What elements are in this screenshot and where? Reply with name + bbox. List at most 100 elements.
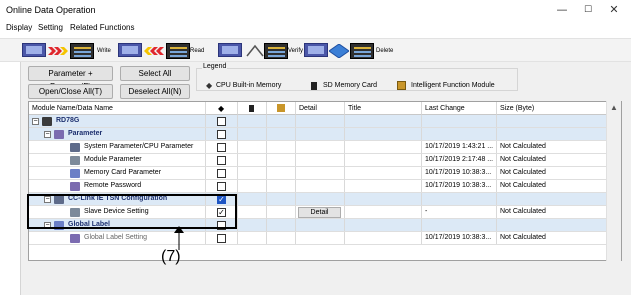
row-intelligent-cell bbox=[267, 219, 296, 231]
row-title-cell bbox=[345, 154, 422, 166]
row-sd-cell bbox=[238, 232, 267, 244]
row-cpu-cell bbox=[206, 154, 238, 166]
collapse-toggle-icon[interactable]: − bbox=[32, 118, 39, 125]
row-size-cell bbox=[497, 193, 607, 205]
row-sd-cell bbox=[238, 115, 267, 127]
menu-setting[interactable]: Setting bbox=[38, 23, 63, 32]
row-detail-cell bbox=[296, 167, 345, 179]
row-last-change-cell bbox=[422, 115, 497, 127]
legend-title: Legend bbox=[202, 63, 228, 70]
menu-display[interactable]: Display bbox=[6, 23, 32, 32]
data-item-icon bbox=[70, 156, 80, 165]
row-name-cell: − Parameter bbox=[29, 128, 206, 140]
row-cpu-cell bbox=[206, 115, 238, 127]
column-header-title[interactable]: Title bbox=[345, 102, 422, 115]
row-cpu-cell bbox=[206, 141, 238, 153]
plc-icon bbox=[350, 43, 374, 59]
column-header-size[interactable]: Size (Byte) bbox=[497, 102, 607, 115]
row-intelligent-cell bbox=[267, 180, 296, 192]
window-title: Online Data Operation bbox=[6, 5, 96, 15]
verify-label: Verify bbox=[288, 48, 304, 54]
row-checkbox[interactable] bbox=[217, 143, 226, 152]
row-sd-cell bbox=[238, 167, 267, 179]
read-button[interactable]: Read bbox=[118, 43, 208, 61]
column-header-detail[interactable]: Detail bbox=[296, 102, 345, 115]
row-name-label: Remote Password bbox=[84, 182, 142, 189]
callout-arrow-icon bbox=[174, 226, 184, 250]
row-title-cell bbox=[345, 219, 422, 231]
table-row[interactable]: − RD78G bbox=[29, 115, 607, 128]
column-header-cpu[interactable]: ◆ bbox=[206, 102, 238, 115]
table-row[interactable]: Memory Card Parameter 10/17/2019 10:38:3.… bbox=[29, 167, 607, 180]
column-header-intelligent[interactable] bbox=[267, 102, 296, 115]
column-header-name[interactable]: Module Name/Data Name bbox=[29, 102, 206, 115]
row-title-cell bbox=[345, 193, 422, 205]
row-intelligent-cell bbox=[267, 193, 296, 205]
detail-button[interactable]: Detail bbox=[298, 207, 341, 218]
verify-icon bbox=[246, 44, 264, 57]
row-intelligent-cell bbox=[267, 154, 296, 166]
row-sd-cell bbox=[238, 141, 267, 153]
row-detail-cell bbox=[296, 232, 345, 244]
table-row[interactable]: System Parameter/CPU Parameter 10/17/2019… bbox=[29, 141, 607, 154]
row-size-cell: Not Calculated bbox=[497, 232, 607, 244]
menu-related-functions[interactable]: Related Functions bbox=[70, 23, 134, 32]
toolbar: Write Read Verify Delete bbox=[0, 38, 631, 62]
column-header-last-change[interactable]: Last Change bbox=[422, 102, 497, 115]
row-sd-cell bbox=[238, 206, 267, 218]
table-row[interactable]: Remote Password 10/17/2019 10:38:3... Not … bbox=[29, 180, 607, 193]
row-sd-cell bbox=[238, 154, 267, 166]
parameter-program-button[interactable]: Parameter + Program(F) bbox=[28, 66, 113, 91]
row-last-change-cell bbox=[422, 128, 497, 140]
row-size-cell: Not Calculated bbox=[497, 141, 607, 153]
row-size-cell: Not Calculated bbox=[497, 154, 607, 166]
row-detail-cell bbox=[296, 193, 345, 205]
close-button[interactable]: ✕ bbox=[600, 2, 628, 18]
callout-label: (7) bbox=[161, 248, 181, 265]
row-checkbox[interactable] bbox=[217, 156, 226, 165]
verify-button[interactable]: Verify bbox=[218, 43, 304, 61]
delete-button[interactable]: Delete bbox=[304, 43, 400, 61]
open-close-all-button[interactable]: Open/Close All(T) bbox=[28, 84, 113, 99]
row-checkbox[interactable] bbox=[217, 182, 226, 191]
row-size-cell bbox=[497, 115, 607, 127]
data-item-icon bbox=[70, 234, 80, 243]
row-last-change-cell: 10/17/2019 10:38:3... bbox=[422, 180, 497, 192]
data-item-icon bbox=[70, 169, 80, 178]
row-checkbox[interactable] bbox=[217, 130, 226, 139]
select-all-button[interactable]: Select All bbox=[120, 66, 190, 81]
row-name-cell: Memory Card Parameter bbox=[29, 167, 206, 179]
deselect-all-button[interactable]: Deselect All(N) bbox=[120, 84, 190, 99]
plc-icon bbox=[264, 43, 288, 59]
row-checkbox[interactable] bbox=[217, 117, 226, 126]
write-button[interactable]: Write bbox=[22, 43, 111, 61]
intelligent-module-icon bbox=[277, 104, 285, 112]
maximize-button[interactable]: ☐ bbox=[574, 2, 602, 18]
column-header-sd[interactable] bbox=[238, 102, 267, 115]
intelligent-module-icon bbox=[397, 81, 406, 90]
row-name-label: Memory Card Parameter bbox=[84, 169, 162, 176]
row-checkbox[interactable] bbox=[217, 234, 226, 243]
row-name-label: RD78G bbox=[56, 117, 80, 124]
cpu-memory-icon: ◆ bbox=[206, 81, 213, 90]
table-row[interactable]: − Parameter bbox=[29, 128, 607, 141]
row-name-label: Global Label Setting bbox=[84, 234, 148, 241]
row-checkbox[interactable] bbox=[217, 169, 226, 178]
row-last-change-cell: - bbox=[422, 206, 497, 218]
row-name-cell: Module Parameter bbox=[29, 154, 206, 166]
table-row[interactable]: Global Label Setting 10/17/2019 10:38:3..… bbox=[29, 232, 607, 245]
row-name-cell: − RD78G bbox=[29, 115, 206, 127]
row-size-cell: Not Calculated bbox=[497, 167, 607, 179]
scroll-up-icon[interactable]: ▲ bbox=[607, 102, 621, 114]
minimize-button[interactable]: — bbox=[548, 2, 576, 18]
row-intelligent-cell bbox=[267, 128, 296, 140]
collapse-toggle-icon[interactable]: − bbox=[44, 131, 51, 138]
row-last-change-cell: 10/17/2019 2:17:48 ... bbox=[422, 154, 497, 166]
table-row[interactable]: Module Parameter 10/17/2019 2:17:48 ... No… bbox=[29, 154, 607, 167]
row-title-cell bbox=[345, 128, 422, 140]
vertical-scrollbar[interactable]: ▲ bbox=[606, 101, 621, 261]
legend-cpu-memory: CPU Built-in Memory bbox=[216, 82, 282, 89]
row-last-change-cell bbox=[422, 193, 497, 205]
row-detail-cell bbox=[296, 180, 345, 192]
row-intelligent-cell bbox=[267, 141, 296, 153]
